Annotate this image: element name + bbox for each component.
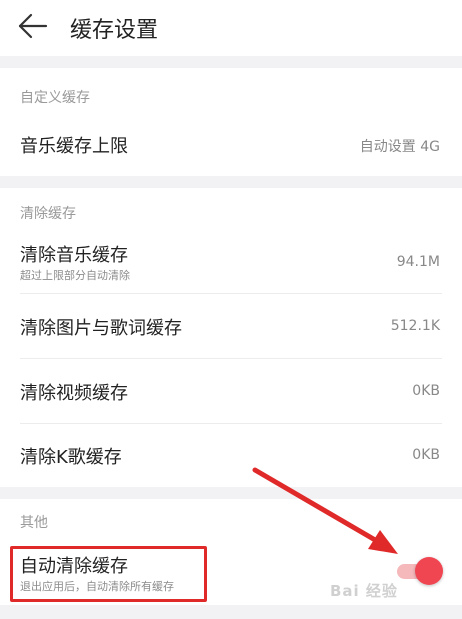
row-subtitle: 超过上限部分自动清除 [20,269,130,282]
row-label: 音乐缓存上限 [20,136,128,157]
row-clear-video-cache[interactable]: 清除视频缓存 0KB [0,359,462,423]
row-label: 清除音乐缓存 [20,245,128,266]
section-gap [0,605,462,619]
annotation-highlight-box [10,546,207,602]
section-gap [0,56,462,68]
row-label: 清除图片与歌词缓存 [20,318,182,339]
section-gap [0,487,462,499]
section-label-clear: 清除缓存 [20,206,76,222]
row-value: 0KB [412,447,440,463]
row-clear-images-lyrics-cache[interactable]: 清除图片与歌词缓存 512.1K [0,294,462,358]
row-value: 512.1K [390,318,440,334]
row-clear-music-cache[interactable]: 清除音乐缓存 超过上限部分自动清除 94.1M [0,232,462,294]
auto-clear-toggle[interactable] [393,557,443,585]
toggle-knob [415,557,443,585]
section-label-custom: 自定义缓存 [20,90,90,106]
row-label: 清除视频缓存 [20,383,128,404]
row-value: 94.1M [396,254,440,270]
page-title: 缓存设置 [70,18,159,43]
app-header: 缓存设置 [0,0,462,56]
watermark-logo: Bai 经验 [330,582,398,600]
row-label: 清除K歌缓存 [20,447,122,468]
row-value: 0KB [412,383,440,399]
row-clear-ksong-cache[interactable]: 清除K歌缓存 0KB [0,424,462,486]
section-label-other: 其他 [20,515,48,531]
section-gap [0,176,462,188]
back-arrow-icon[interactable] [14,10,50,42]
row-value: 自动设置 4G [359,139,440,155]
row-music-cache-limit[interactable]: 音乐缓存上限 自动设置 4G [0,118,462,174]
